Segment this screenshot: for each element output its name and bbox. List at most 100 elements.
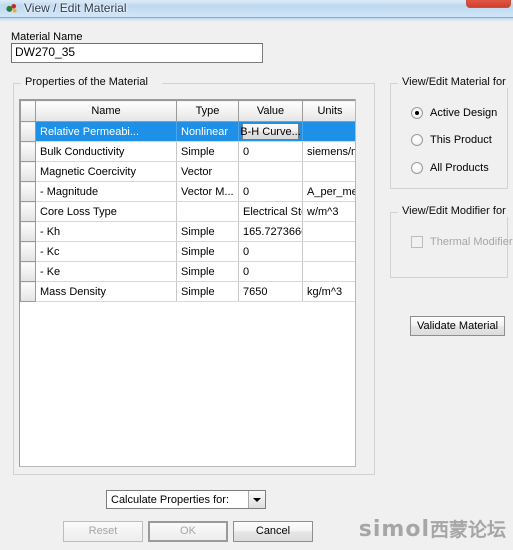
cell-value[interactable]: 7650 bbox=[238, 281, 303, 302]
table-row[interactable]: - Kh Simple 165.7273666288... bbox=[20, 221, 355, 242]
table-row[interactable]: Mass Density Simple 7650 kg/m^3 bbox=[20, 281, 355, 302]
cell-units[interactable]: A_per_me... bbox=[302, 181, 355, 202]
cell-units[interactable]: w/m^3 bbox=[302, 201, 355, 222]
cell-units[interactable] bbox=[302, 241, 355, 262]
cell-type[interactable]: Simple bbox=[176, 281, 239, 302]
row-selector[interactable] bbox=[20, 221, 36, 242]
cell-value[interactable]: Electrical Steel bbox=[238, 201, 303, 222]
radio-this-product[interactable]: This Product bbox=[411, 134, 492, 146]
groupbox-top-left-rule bbox=[391, 212, 398, 213]
groupbox-top-right-rule bbox=[162, 83, 374, 84]
modifier-scope-caption: View/Edit Modifier for bbox=[399, 205, 509, 217]
view-edit-material-dialog: View / Edit Material Material Name DW270… bbox=[0, 0, 513, 550]
property-grid-table: Name Type Value Units Relative Permeabi.… bbox=[20, 100, 355, 302]
cell-units[interactable] bbox=[302, 161, 355, 182]
cell-type[interactable]: Simple bbox=[176, 241, 239, 262]
close-button[interactable] bbox=[466, 0, 511, 8]
bh-curve-button[interactable]: B-H Curve... bbox=[240, 123, 301, 140]
cell-name[interactable]: Bulk Conductivity bbox=[35, 141, 177, 162]
reset-button: Reset bbox=[63, 521, 143, 542]
cell-type[interactable]: Simple bbox=[176, 141, 239, 162]
column-header-name[interactable]: Name bbox=[35, 100, 177, 122]
checkbox-icon bbox=[411, 236, 423, 248]
cell-name[interactable]: Magnetic Coercivity bbox=[35, 161, 177, 182]
chevron-down-icon[interactable] bbox=[248, 491, 265, 508]
cell-name[interactable]: - Ke bbox=[35, 261, 177, 282]
validate-material-button[interactable]: Validate Material bbox=[410, 316, 505, 336]
cell-name[interactable]: - Magnitude bbox=[35, 181, 177, 202]
cell-value[interactable]: B-H Curve... bbox=[238, 121, 303, 142]
watermark-cjk: 西蒙论坛 bbox=[429, 519, 506, 541]
table-row[interactable]: - Kc Simple 0 bbox=[20, 241, 355, 262]
cell-value[interactable]: 0 bbox=[238, 181, 303, 202]
cell-type[interactable]: Simple bbox=[176, 221, 239, 242]
column-header-type[interactable]: Type bbox=[176, 100, 239, 122]
table-row[interactable]: Relative Permeabi... Nonlinear B-H Curve… bbox=[20, 121, 355, 142]
checkbox-thermal-modifier: Thermal Modifier bbox=[411, 236, 513, 248]
cell-value[interactable]: 0 bbox=[238, 261, 303, 282]
groupbox-top-left-rule bbox=[14, 83, 21, 84]
cell-name[interactable]: Mass Density bbox=[35, 281, 177, 302]
cell-name[interactable]: - Kc bbox=[35, 241, 177, 262]
radio-active-design[interactable]: Active Design bbox=[411, 107, 497, 119]
cell-name[interactable]: Relative Permeabi... bbox=[35, 121, 177, 142]
radio-icon bbox=[411, 134, 423, 146]
title-bar-underline bbox=[0, 18, 513, 22]
cell-units[interactable] bbox=[302, 121, 355, 142]
title-bar: View / Edit Material bbox=[0, 0, 513, 18]
property-grid[interactable]: Name Type Value Units Relative Permeabi.… bbox=[19, 99, 356, 467]
table-row[interactable]: Magnetic Coercivity Vector bbox=[20, 161, 355, 182]
property-grid-header-row: Name Type Value Units bbox=[20, 100, 355, 122]
material-name-input[interactable]: DW270_35 bbox=[11, 43, 263, 63]
cell-units[interactable]: kg/m^3 bbox=[302, 281, 355, 302]
material-scope-caption: View/Edit Material for bbox=[399, 76, 509, 88]
cell-units[interactable] bbox=[302, 221, 355, 242]
cell-type[interactable]: Vector M... bbox=[176, 181, 239, 202]
watermark: simol西蒙论坛 bbox=[359, 515, 506, 542]
table-row[interactable]: Core Loss Type Electrical Steel w/m^3 bbox=[20, 201, 355, 222]
cell-type[interactable]: Simple bbox=[176, 261, 239, 282]
row-selector[interactable] bbox=[20, 261, 36, 282]
row-selector[interactable] bbox=[20, 161, 36, 182]
radio-icon-selected bbox=[411, 107, 423, 119]
material-name-label: Material Name bbox=[11, 31, 83, 43]
watermark-latin: simol bbox=[358, 517, 430, 542]
calculate-properties-combo[interactable]: Calculate Properties for: bbox=[106, 490, 266, 509]
table-row[interactable]: - Ke Simple 0 bbox=[20, 261, 355, 282]
cell-units[interactable]: siemens/m bbox=[302, 141, 355, 162]
row-selector[interactable] bbox=[20, 201, 36, 222]
radio-label: Active Design bbox=[430, 107, 498, 119]
checkbox-label: Thermal Modifier bbox=[430, 236, 513, 248]
cell-name[interactable]: - Kh bbox=[35, 221, 177, 242]
row-selector[interactable] bbox=[20, 141, 36, 162]
radio-label: This Product bbox=[430, 134, 492, 146]
app-icon bbox=[6, 3, 17, 13]
cell-value[interactable]: 165.7273666288... bbox=[238, 221, 303, 242]
cancel-button[interactable]: Cancel bbox=[233, 521, 313, 542]
property-grid-body: Relative Permeabi... Nonlinear B-H Curve… bbox=[20, 121, 355, 302]
cell-value[interactable]: 0 bbox=[238, 141, 303, 162]
column-header-value[interactable]: Value bbox=[238, 100, 303, 122]
ok-button: OK bbox=[148, 521, 228, 542]
cell-type[interactable] bbox=[176, 201, 239, 222]
radio-icon bbox=[411, 162, 423, 174]
cell-units[interactable] bbox=[302, 261, 355, 282]
cell-type[interactable]: Nonlinear bbox=[176, 121, 239, 142]
row-selector[interactable] bbox=[20, 181, 36, 202]
radio-all-products[interactable]: All Products bbox=[411, 162, 489, 174]
cell-type[interactable]: Vector bbox=[176, 161, 239, 182]
row-selector[interactable] bbox=[20, 121, 36, 142]
radio-label: All Products bbox=[430, 162, 489, 174]
row-header-corner bbox=[20, 100, 36, 122]
column-header-units[interactable]: Units bbox=[302, 100, 355, 122]
row-selector[interactable] bbox=[20, 281, 36, 302]
cell-value[interactable] bbox=[238, 161, 303, 182]
row-selector[interactable] bbox=[20, 241, 36, 262]
groupbox-top-left-rule bbox=[391, 83, 398, 84]
cell-value[interactable]: 0 bbox=[238, 241, 303, 262]
cell-name[interactable]: Core Loss Type bbox=[35, 201, 177, 222]
table-row[interactable]: Bulk Conductivity Simple 0 siemens/m bbox=[20, 141, 355, 162]
table-row[interactable]: - Magnitude Vector M... 0 A_per_me... bbox=[20, 181, 355, 202]
window-title: View / Edit Material bbox=[24, 1, 127, 15]
properties-groupbox-caption: Properties of the Material bbox=[22, 76, 151, 88]
